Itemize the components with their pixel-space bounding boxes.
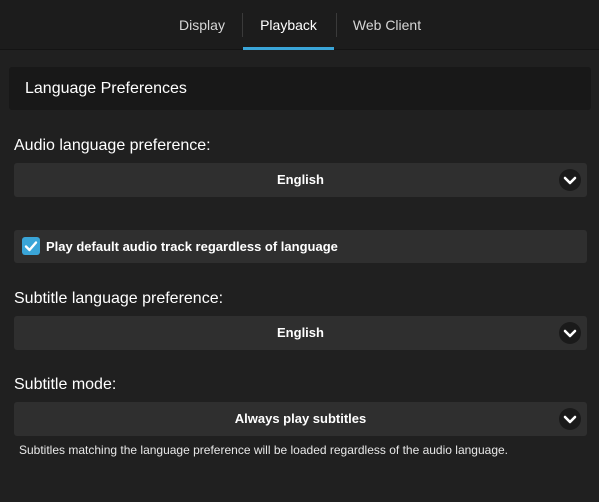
subtitle-mode-label: Subtitle mode: bbox=[14, 376, 117, 393]
tab-bar: Display Playback Web Client bbox=[0, 0, 599, 50]
audio-language-value: English bbox=[277, 172, 324, 187]
subtitle-language-value: English bbox=[277, 325, 324, 340]
chevron-down-icon bbox=[559, 408, 581, 430]
subtitle-mode-help: Subtitles matching the language preferen… bbox=[19, 443, 508, 457]
section-header: Language Preferences bbox=[9, 67, 591, 110]
audio-language-label: Audio language preference: bbox=[14, 137, 211, 154]
checkmark-icon bbox=[24, 241, 38, 252]
chevron-down-icon bbox=[559, 169, 581, 191]
default-audio-label: Play default audio track regardless of l… bbox=[46, 239, 338, 254]
subtitle-language-select[interactable]: English bbox=[14, 316, 587, 350]
tab-playback[interactable]: Playback bbox=[243, 0, 334, 50]
default-audio-checkbox[interactable] bbox=[22, 237, 40, 255]
audio-language-select[interactable]: English bbox=[14, 163, 587, 197]
chevron-down-icon bbox=[559, 322, 581, 344]
subtitle-mode-value: Always play subtitles bbox=[234, 411, 367, 426]
subtitle-mode-select[interactable]: Always play subtitles bbox=[14, 402, 587, 436]
section-title: Language Preferences bbox=[25, 80, 187, 97]
tab-display[interactable]: Display bbox=[166, 0, 238, 50]
subtitle-language-label: Subtitle language preference: bbox=[14, 290, 224, 307]
tab-divider bbox=[336, 13, 337, 37]
settings-page: Display Playback Web Client Language Pre… bbox=[0, 0, 599, 502]
tab-web-client[interactable]: Web Client bbox=[342, 0, 432, 50]
default-audio-track-row[interactable]: Play default audio track regardless of l… bbox=[14, 230, 587, 263]
